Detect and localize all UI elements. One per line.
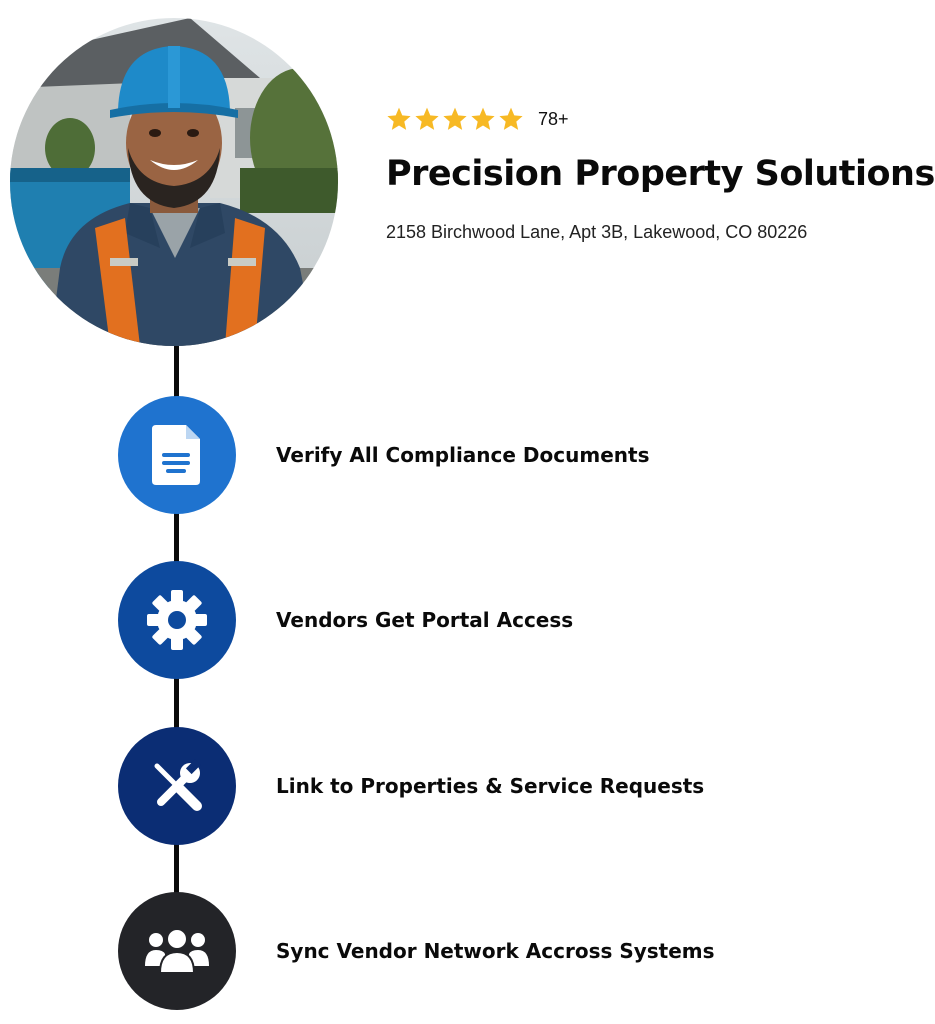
company-address: 2158 Birchwood Lane, Apt 3B, Lakewood, C… — [386, 222, 808, 242]
star-icon — [415, 107, 439, 130]
star-icon — [499, 107, 523, 130]
step-icon-circle — [118, 727, 236, 845]
worker-photo — [10, 18, 338, 346]
step-icon-circle — [118, 561, 236, 679]
step-label: Verify All Compliance Documents — [276, 443, 650, 467]
step-verify-documents: Verify All Compliance Documents — [118, 396, 918, 514]
rating-count: 78+ — [538, 108, 569, 129]
star-icon — [387, 107, 411, 130]
step-sync-network: Sync Vendor Network Accross Systems — [118, 892, 918, 1010]
step-icon-circle — [118, 396, 236, 514]
rating-row: 78+ — [386, 104, 926, 134]
company-header: 78+ Precision Property Solutions 2158 Bi… — [386, 104, 935, 243]
step-label: Vendors Get Portal Access — [276, 608, 574, 632]
step-portal-access: Vendors Get Portal Access — [118, 561, 918, 679]
step-label: Sync Vendor Network Accross Systems — [276, 939, 715, 963]
star-rating — [386, 106, 524, 132]
users-icon — [145, 928, 209, 974]
document-icon — [152, 425, 200, 485]
avatar — [10, 18, 338, 346]
step-label: Link to Properties & Service Requests — [276, 774, 705, 798]
company-name: Precision Property Solutions — [386, 154, 935, 194]
tools-icon — [154, 759, 202, 811]
step-link-properties: Link to Properties & Service Requests — [118, 727, 918, 845]
star-icon — [471, 107, 495, 130]
step-icon-circle — [118, 892, 236, 1010]
gear-icon — [147, 590, 207, 650]
star-icon — [443, 107, 467, 130]
